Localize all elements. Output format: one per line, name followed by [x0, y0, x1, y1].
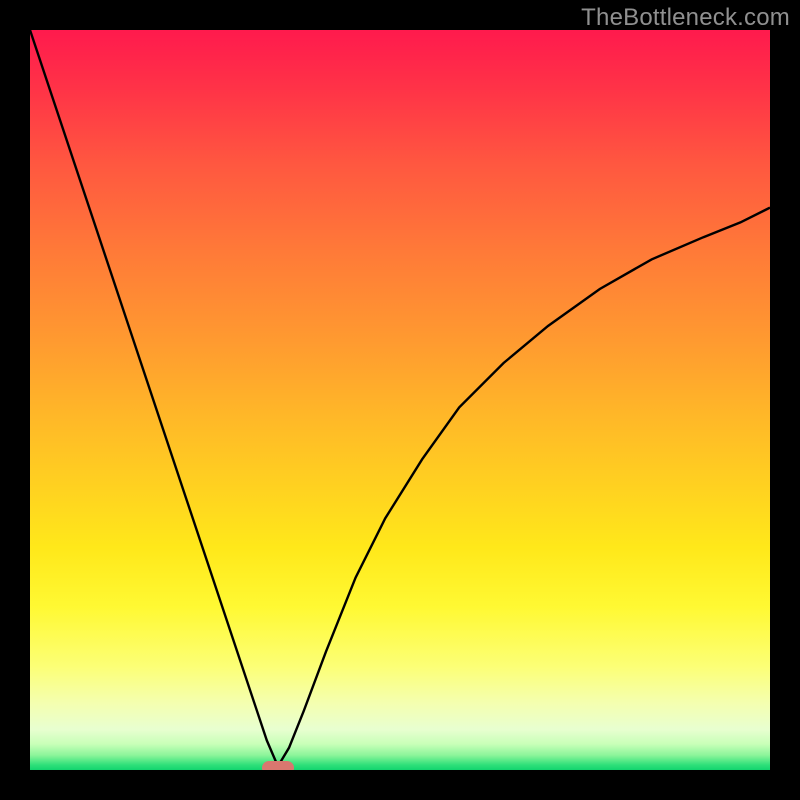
- chart-frame: TheBottleneck.com: [0, 0, 800, 800]
- curve-path: [30, 30, 770, 766]
- optimal-marker: [262, 761, 294, 770]
- watermark-text: TheBottleneck.com: [581, 4, 790, 32]
- plot-area: [30, 30, 770, 770]
- bottleneck-curve: [30, 30, 770, 770]
